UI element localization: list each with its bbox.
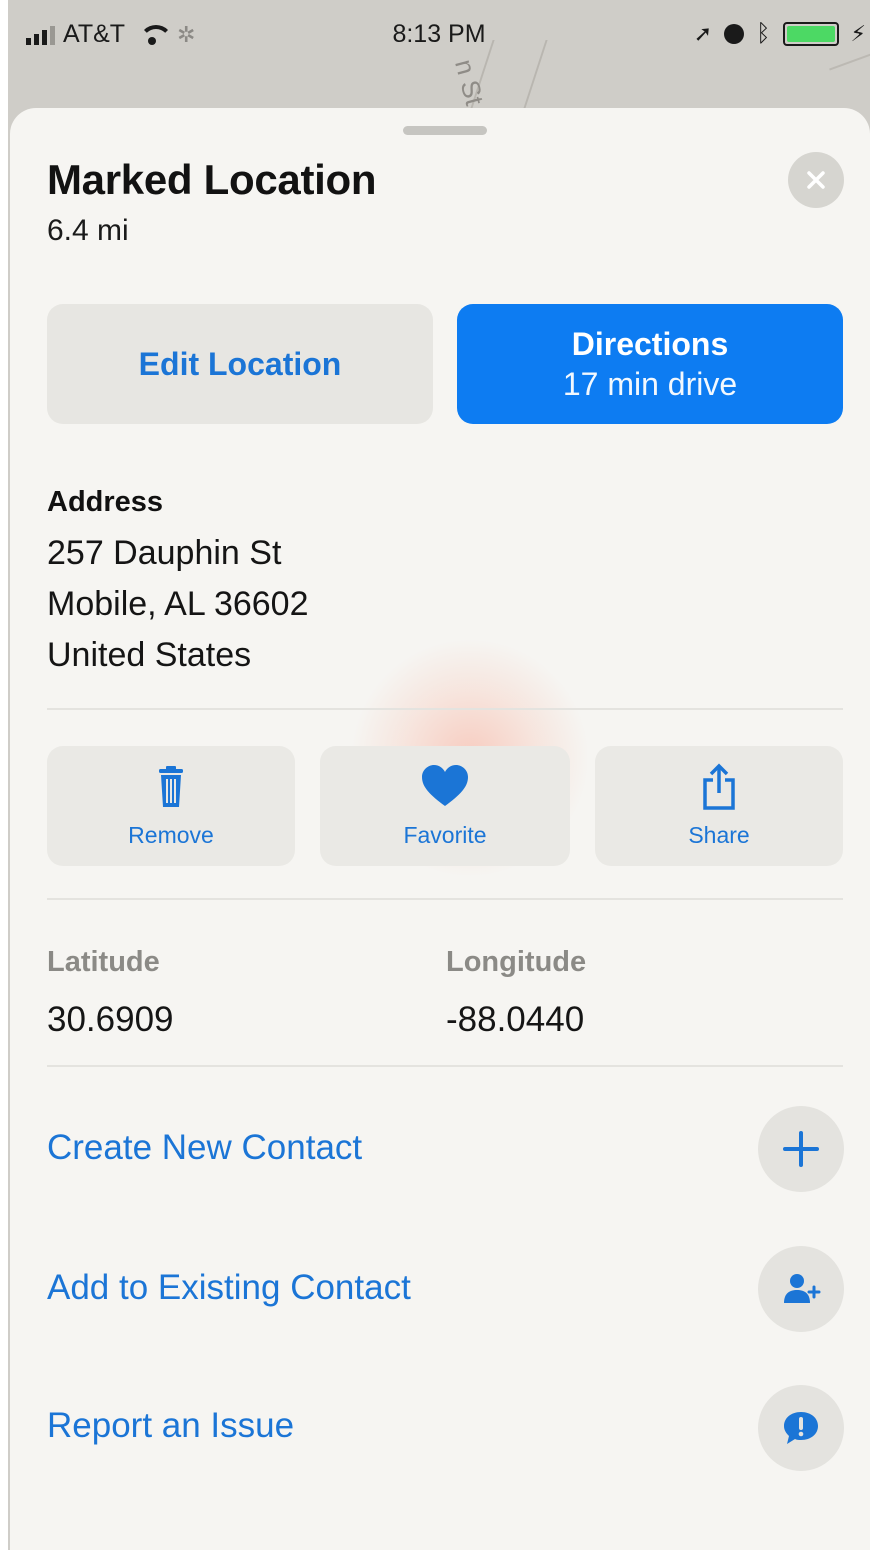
add-person-icon	[784, 1274, 821, 1303]
bluetooth-icon: ᛒ	[756, 20, 771, 47]
status-right: ➚ ᛒ ⚡	[694, 20, 866, 48]
place-card: Marked Location 6.4 mi Edit Location Dir…	[10, 108, 870, 1550]
edit-location-label: Edit Location	[138, 345, 342, 382]
share-icon	[703, 763, 735, 810]
place-title: Marked Location	[47, 156, 377, 203]
create-new-contact-button[interactable]	[758, 1106, 844, 1192]
status-bar: AT&T ✲ 8:13 PM ➚ ᛒ ⚡	[8, 10, 870, 56]
address-line: Mobile, AL 36602	[47, 585, 309, 623]
favorite-label: Favorite	[403, 822, 487, 848]
trash-icon	[159, 766, 183, 807]
latitude-label: Latitude	[47, 946, 160, 978]
close-button[interactable]	[788, 152, 844, 208]
directions-duration: 17 min drive	[562, 366, 738, 402]
longitude-label: Longitude	[446, 946, 587, 978]
latitude-value: 30.6909	[47, 1000, 174, 1039]
battery-icon	[782, 22, 839, 46]
heart-icon	[422, 765, 468, 806]
charging-icon: ⚡	[850, 21, 866, 46]
remove-label: Remove	[128, 822, 214, 848]
divider	[47, 708, 843, 710]
report-bubble-icon	[784, 1412, 818, 1444]
divider	[47, 1065, 843, 1067]
address-line: United States	[47, 636, 252, 674]
sheet-grabber[interactable]	[403, 126, 487, 135]
directions-label: Directions	[571, 326, 729, 362]
longitude-value: -88.0440	[446, 1000, 585, 1039]
divider	[47, 898, 843, 900]
plus-icon	[783, 1131, 819, 1167]
favorite-button[interactable]: Favorite	[320, 746, 570, 866]
location-arrow-icon: ➚	[693, 21, 713, 46]
close-icon	[807, 171, 825, 189]
share-label: Share	[688, 822, 750, 848]
alarm-icon	[724, 24, 745, 44]
remove-button[interactable]: Remove	[47, 746, 295, 866]
address-heading: Address	[47, 486, 164, 518]
add-to-existing-contact-link[interactable]: Add to Existing Contact	[47, 1268, 411, 1308]
edit-location-button[interactable]: Edit Location	[47, 304, 433, 424]
report-an-issue-link[interactable]: Report an Issue	[47, 1406, 294, 1446]
report-an-issue-button[interactable]	[758, 1385, 844, 1471]
place-distance: 6.4 mi	[47, 214, 129, 247]
add-to-existing-contact-button[interactable]	[758, 1246, 844, 1332]
directions-button[interactable]: Directions 17 min drive	[457, 304, 843, 424]
address-line: 257 Dauphin St	[47, 534, 282, 572]
share-button[interactable]: Share	[595, 746, 843, 866]
create-new-contact-link[interactable]: Create New Contact	[47, 1128, 362, 1168]
